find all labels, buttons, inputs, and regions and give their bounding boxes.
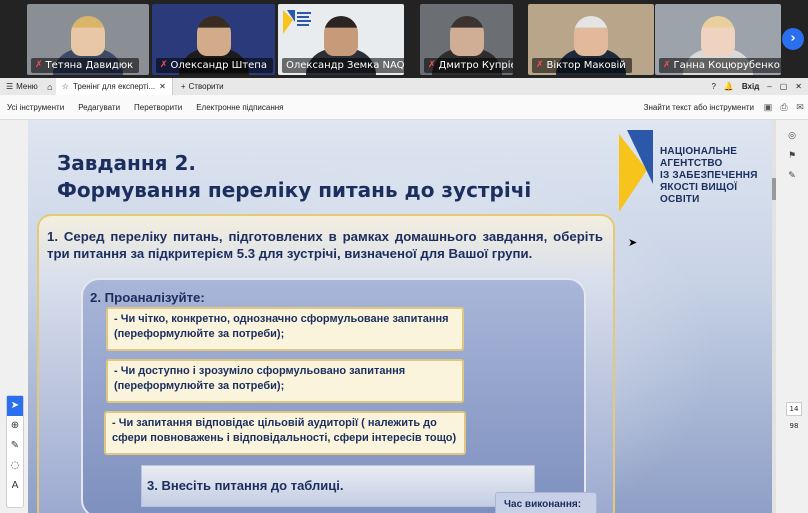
participant-nametag: ✗ Віктор Маковій	[532, 58, 632, 73]
participant-nametag: Олександр Земка NAQA	[282, 58, 404, 73]
plus-icon: +	[180, 82, 186, 91]
step3-box: 3. Внесіть питання до таблиці.	[141, 465, 535, 507]
tab-title: Тренінг для експерті...	[72, 82, 156, 91]
tab-bar: ☰ Меню ⌂ ☆ Тренінг для експерті... ✕ + Ств…	[0, 78, 808, 95]
select-cursor-icon[interactable]: ➤	[7, 396, 23, 416]
right-tool-rail: ◎ ⚑ ✎	[776, 120, 808, 513]
participant-nametag: ✗ Ганна Коцюрубенко	[659, 58, 781, 73]
participant-head	[196, 16, 231, 56]
mic-off-icon: ✗	[428, 60, 436, 70]
step2-text: 2. Проаналізуйте:	[90, 290, 205, 305]
menu-label: Меню	[16, 82, 38, 91]
agency-logo-text: НАЦІОНАЛЬНЕ АГЕНТСТВО ІЗ ЗАБЕЗПЕЧЕННЯ ЯК…	[660, 146, 772, 206]
logo-line: ЯКОСТІ ВИЩОЇ ОСВІТИ	[660, 182, 738, 205]
mic-off-icon: ✗	[35, 60, 43, 70]
window-controls: ? 🔔 Вхід – ▢ ✕	[711, 82, 808, 91]
slide-title-line2: Формування переліку питань до зустрічі	[57, 178, 532, 202]
time-label: Час виконання:	[495, 492, 597, 513]
participant-name: Дмитро Купрієнко	[438, 60, 513, 71]
zoom-icon[interactable]: ⊕	[7, 416, 23, 436]
notifications-icon[interactable]: 🔔	[724, 82, 734, 91]
mic-off-icon: ✗	[536, 60, 544, 70]
toolbar-all-tools[interactable]: Усі інструменти	[0, 103, 71, 112]
bookmark-icon[interactable]: ⚑	[776, 146, 808, 166]
participant-head	[324, 16, 358, 56]
menu-button[interactable]: ☰ Меню	[0, 82, 44, 91]
participants-strip: ✗ Тетяна Давидюк ✗ Олександр Штепа Олексан…	[0, 0, 808, 78]
comment-icon[interactable]: ✎	[776, 166, 808, 186]
participant-tile-active[interactable]: Олександр Земка NAQA	[278, 4, 404, 75]
login-button[interactable]: Вхід	[742, 82, 759, 91]
page-number-input[interactable]: 14	[786, 402, 802, 416]
print-icon[interactable]: ⎙	[776, 102, 792, 113]
create-button[interactable]: + Створити	[173, 82, 232, 91]
participant-name: Олександр Штепа	[170, 60, 267, 71]
participant-nametag: ✗Дмитро Купрієнко	[424, 58, 513, 73]
participant-name: Віктор Маковій	[546, 60, 626, 71]
participant-tile[interactable]: ✗ Віктор Маковій	[528, 4, 654, 75]
hamburger-icon: ☰	[6, 82, 14, 91]
logo-line: АГЕНТСТВО	[660, 158, 723, 169]
toolbar-edit[interactable]: Редагувати	[71, 103, 127, 112]
toolbar-search[interactable]: Знайти текст або інструменти	[644, 103, 760, 112]
participant-tile[interactable]: ✗ Тетяна Давидюк	[27, 4, 149, 75]
logo-line: НАЦІОНАЛЬНЕ	[660, 146, 738, 157]
participant-head	[574, 16, 608, 56]
participant-tile[interactable]: ✗Дмитро Купрієнко	[420, 4, 513, 75]
logo-line: ІЗ ЗАБЕЗПЕЧЕННЯ	[660, 170, 758, 181]
pdf-toolbar: Усі інструменти Редагувати Перетворити Е…	[0, 95, 808, 120]
slide-title-line1: Завдання 2.	[57, 151, 196, 175]
participant-head	[449, 16, 484, 56]
minimize-icon[interactable]: –	[767, 82, 771, 91]
close-icon[interactable]: ✕	[159, 82, 166, 91]
naqa-logo-small-icon	[283, 10, 311, 34]
participant-name: Олександр Земка NAQA	[286, 60, 404, 71]
page-total: 98	[789, 422, 799, 430]
mic-off-icon: ✗	[160, 60, 168, 70]
participant-head	[701, 16, 735, 56]
participant-name: Ганна Коцюрубенко	[673, 60, 780, 71]
step1-text: 1. Серед переліку питань, підготовлених …	[47, 229, 603, 261]
star-icon[interactable]: ☆	[62, 82, 69, 91]
maximize-icon[interactable]: ▢	[780, 82, 788, 91]
email-icon[interactable]: ✉	[792, 102, 808, 113]
chevron-right-icon: ›	[790, 31, 796, 46]
help-icon[interactable]: ?	[711, 82, 715, 91]
mouse-cursor-icon: ➤	[628, 236, 638, 249]
toolbar-convert[interactable]: Перетворити	[127, 103, 189, 112]
participant-head	[71, 16, 105, 56]
participant-nametag: ✗ Тетяна Давидюк	[31, 58, 140, 73]
question-criterion: - Чи чітко, конкретно, однозначно сформу…	[106, 307, 464, 351]
question-criterion: - Чи запитання відповідає цільовій аудит…	[104, 411, 466, 455]
text-tool-icon[interactable]: A	[7, 476, 23, 496]
mic-off-icon: ✗	[663, 60, 671, 70]
question-criterion: - Чи доступно і зрозуміло сформульовано …	[106, 359, 464, 403]
pdf-viewer-chrome: ☰ Меню ⌂ ☆ Тренінг для експерті... ✕ + Ств…	[0, 78, 808, 120]
ai-assistant-icon[interactable]: ◎	[776, 126, 808, 146]
toolbar-e-sign[interactable]: Електронне підписання	[189, 103, 290, 112]
save-icon[interactable]: ▣	[760, 102, 776, 113]
presentation-slide: Завдання 2. Формування переліку питань д…	[28, 120, 772, 513]
annotation-tools: ➤ ⊕ ✎ ◌ A	[6, 395, 24, 508]
participant-name: Тетяна Давидюк	[45, 60, 134, 71]
participant-tile[interactable]: ✗ Ганна Коцюрубенко	[655, 4, 781, 75]
next-participants-button[interactable]: ›	[782, 28, 804, 50]
pen-icon[interactable]: ✎	[7, 436, 23, 456]
lasso-icon[interactable]: ◌	[7, 456, 23, 476]
participant-tile[interactable]: ✗ Олександр Штепа	[152, 4, 275, 75]
home-icon[interactable]: ⌂	[44, 82, 56, 92]
document-tab[interactable]: ☆ Тренінг для експерті... ✕	[55, 78, 173, 95]
window-close-icon[interactable]: ✕	[795, 82, 802, 91]
create-label: Створити	[188, 82, 224, 91]
participant-nametag: ✗ Олександр Штепа	[156, 58, 273, 73]
